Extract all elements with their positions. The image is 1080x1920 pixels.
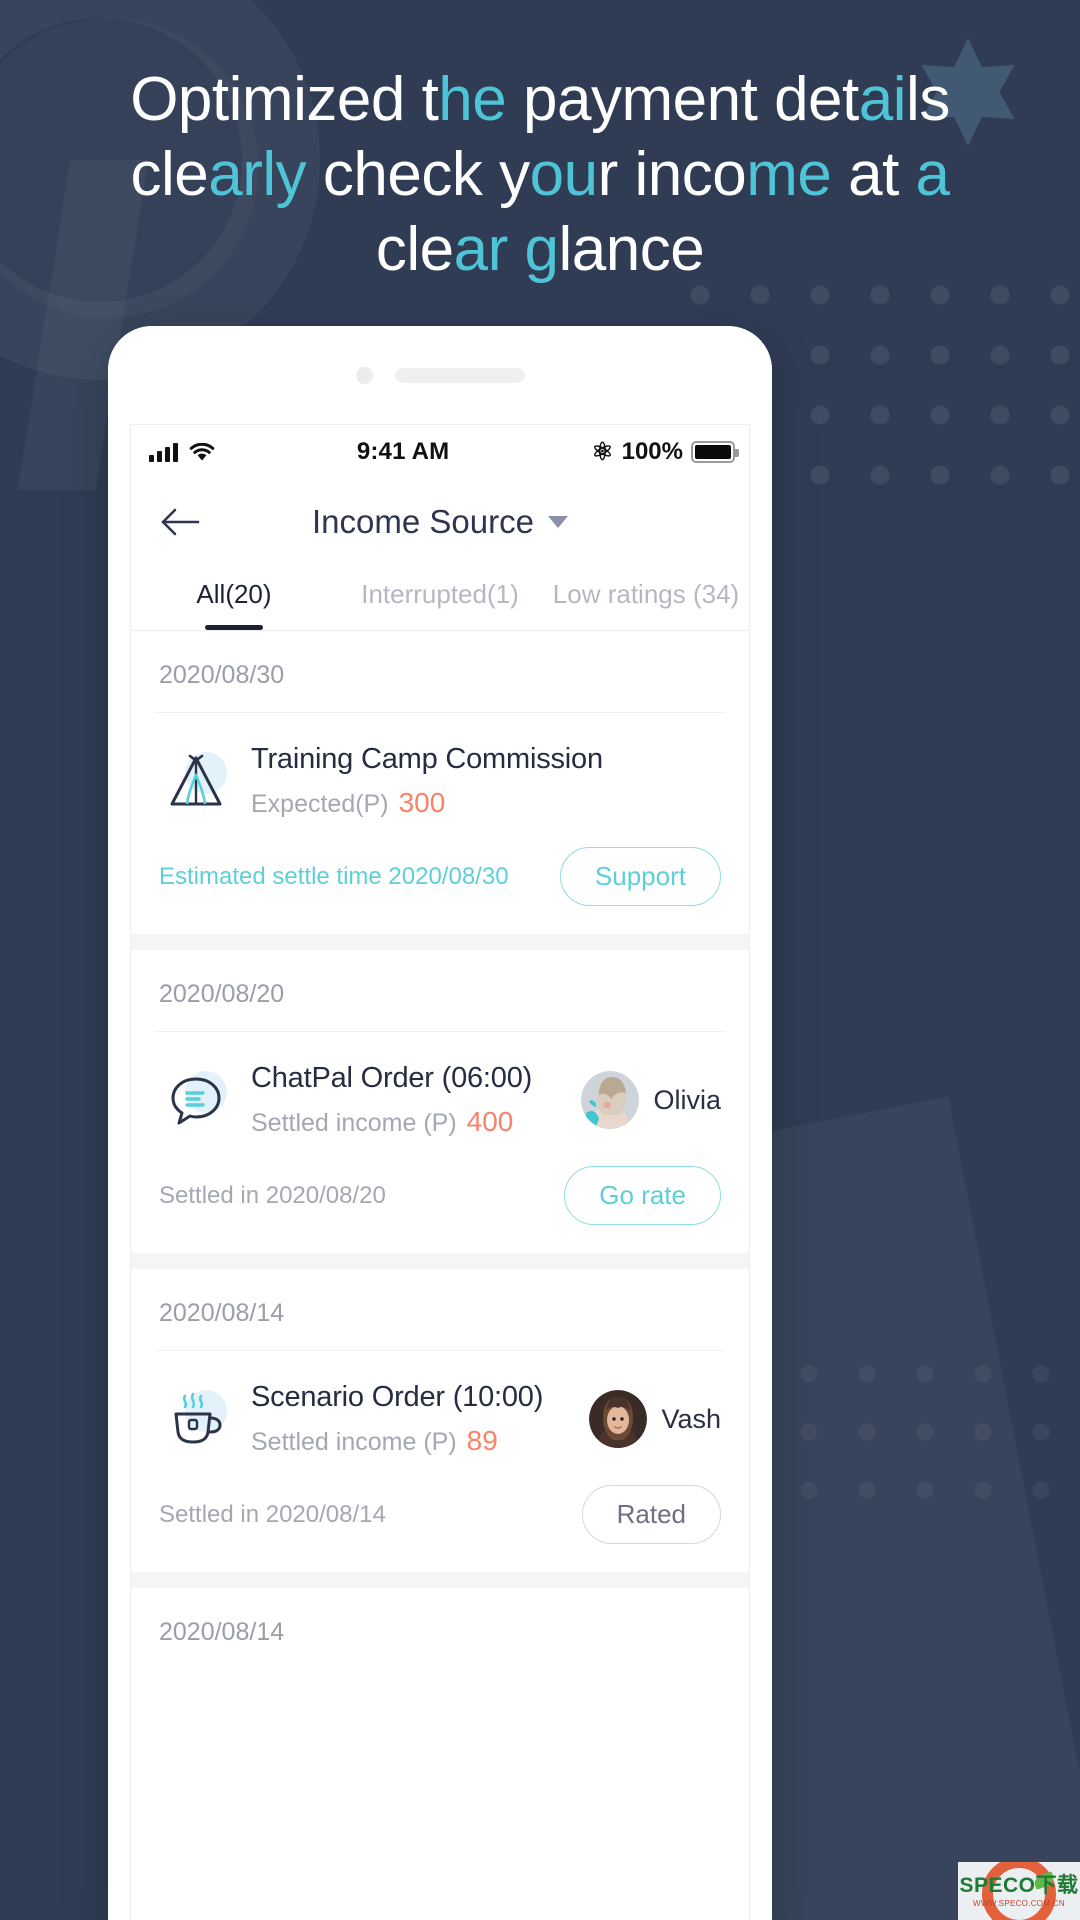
camera-icon [355,366,373,384]
coffee-cup-icon [159,1382,233,1456]
battery-full-icon [691,441,739,463]
status-bar-time: 9:41 AM [356,438,450,465]
income-title: Scenario Order (10:00) [251,1381,544,1413]
income-row-footer: Estimated settle time 2020/08/30 Support [155,837,725,934]
income-row[interactable]: Training Camp Commission Expected(P) 300 [155,713,725,837]
phone-screen: 9:41 AM ⚛ 100% Income Source All(20) Int… [130,424,750,1920]
income-amount: 300 [398,787,446,818]
page-title[interactable]: Income Source [131,503,749,541]
income-row[interactable]: ChatPal Order (06:00) Settled income (P)… [155,1032,725,1156]
bluetooth-icon: ⚛ [591,437,614,466]
phone-mockup: 9:41 AM ⚛ 100% Income Source All(20) Int… [108,326,772,1920]
status-bar-right: ⚛ 100% [591,437,739,466]
income-title: ChatPal Order (06:00) [251,1062,533,1094]
battery-percent-label: 100% [621,438,683,465]
watermark-logo: SPECO下载 WWW.SPECO.COM.CN [958,1862,1080,1920]
tab-all[interactable]: All(20) [131,579,337,630]
group-date: 2020/08/14 [155,1269,725,1351]
chevron-down-icon[interactable] [547,516,568,528]
income-meta: Settled in 2020/08/20 [159,1181,386,1209]
cellular-bars-icon [149,442,178,462]
group-date: 2020/08/30 [155,631,725,713]
chat-bubble-icon [159,1063,233,1137]
income-group: 2020/08/30 Training Camp Commission Expe… [131,631,749,934]
person-name: Vash [661,1403,721,1434]
income-title: Training Camp Commission [251,743,603,775]
income-row-main: Training Camp Commission Expected(P) 300 [233,743,721,819]
income-sub: Settled income (P) 89 [251,1425,589,1457]
tab-interrupted[interactable]: Interrupted(1) [337,579,543,630]
tab-bar: All(20) Interrupted(1) Low ratings (34) [131,565,749,631]
list-divider [131,1572,749,1588]
income-sub-label: Settled income (P) [251,1109,457,1137]
group-date: 2020/08/14 [159,1618,285,1646]
nav-bar: Income Source [131,479,749,565]
income-person[interactable]: Vash [589,1390,721,1448]
status-bar: 9:41 AM ⚛ 100% [131,425,749,479]
income-person[interactable]: Olivia [581,1071,721,1129]
tab-low-ratings[interactable]: Low ratings (34) [543,579,749,630]
income-row-main: ChatPal Order (06:00) Settled income (P)… [233,1062,581,1138]
income-meta: Estimated settle time 2020/08/30 [159,862,509,890]
income-row-footer: Settled in 2020/08/20 Go rate [155,1156,725,1253]
avatar [581,1071,640,1129]
income-group-partial: 2020/08/14 [131,1588,749,1703]
page-title-label: Income Source [312,503,534,540]
income-sub: Expected(P) 300 [251,787,721,819]
income-sub: Settled income (P) 400 [251,1106,581,1138]
income-list[interactable]: 2020/08/30 Training Camp Commission Expe… [131,631,749,1703]
income-meta: Settled in 2020/08/14 [159,1500,386,1528]
income-amount: 89 [466,1425,498,1456]
hero-line-2: clearly check your income at a [130,140,950,210]
phone-bezel [108,326,772,424]
income-group: 2020/08/14 Scenario Order (10:00) Settle… [131,1269,749,1572]
avatar [589,1390,648,1448]
rated-button[interactable]: Rated [581,1485,721,1544]
hero-line-3: clear glance [375,215,705,285]
support-button[interactable]: Support [559,847,721,906]
tent-icon [159,744,233,818]
watermark-brand: SPECO下载 [959,1873,1079,1897]
income-amount: 400 [466,1106,514,1137]
hero-line-1: Optimized the payment details [130,65,950,134]
group-date: 2020/08/20 [155,950,725,1032]
go-rate-button[interactable]: Go rate [564,1166,721,1225]
list-divider [131,1253,749,1269]
wifi-icon [189,442,215,462]
income-row-main: Scenario Order (10:00) Settled income (P… [233,1381,589,1457]
income-sub-label: Settled income (P) [251,1428,457,1456]
status-bar-left [149,442,215,462]
income-row[interactable]: Scenario Order (10:00) Settled income (P… [155,1351,725,1475]
income-row-footer: Settled in 2020/08/14 Rated [155,1475,725,1572]
income-group: 2020/08/20 ChatPal Order (06:00) Settled… [131,950,749,1253]
arrow-left-icon[interactable] [157,499,203,545]
hero-headline: Optimized the payment details clearly ch… [0,0,1080,287]
watermark-url: WWW.SPECO.COM.CN [973,1898,1065,1908]
income-sub-label: Expected(P) [251,790,389,818]
person-name: Olivia [653,1084,721,1115]
speaker-grille [394,367,525,383]
list-divider [131,934,749,950]
